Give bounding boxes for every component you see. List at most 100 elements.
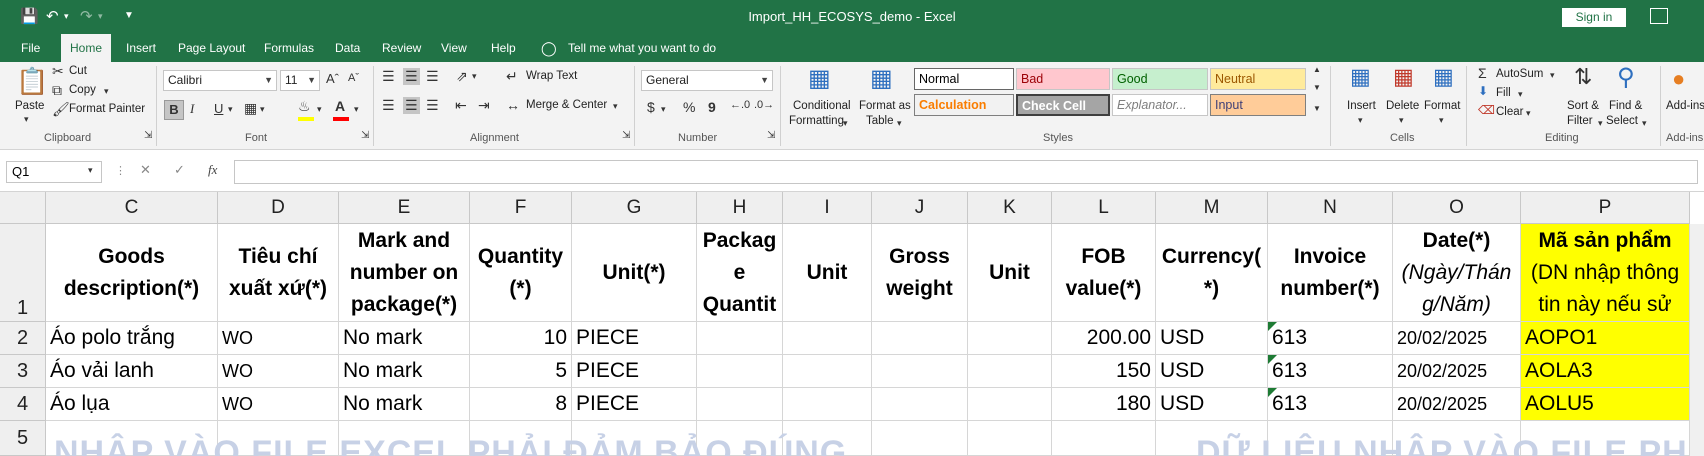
header-cell-j[interactable]: Gross weight	[872, 224, 968, 322]
cell-j2[interactable]	[872, 322, 968, 355]
align-bottom-icon[interactable]: ☰	[426, 68, 439, 85]
column-header-h[interactable]: H	[697, 192, 783, 224]
tab-home[interactable]: Home	[61, 34, 112, 62]
underline-button[interactable]: U	[214, 101, 223, 116]
column-header-l[interactable]: L	[1052, 192, 1156, 224]
cell-c3[interactable]: Áo vải lanh	[46, 355, 218, 388]
header-cell-m[interactable]: Currency(*)	[1156, 224, 1268, 322]
decrease-font-icon[interactable]: Aˇ	[348, 72, 359, 84]
copy-icon[interactable]: ⧉	[52, 82, 62, 99]
format-painter-button[interactable]: Format Painter	[69, 103, 145, 115]
currency-button[interactable]: $	[647, 99, 655, 115]
merge-center-button[interactable]: Merge & Center	[526, 99, 607, 111]
column-header-m[interactable]: M	[1156, 192, 1268, 224]
cell-p3[interactable]: AOLA3	[1521, 355, 1690, 388]
ribbon-display-options-icon[interactable]	[1650, 8, 1668, 24]
vertical-scrollbar[interactable]	[1690, 224, 1704, 456]
tab-file[interactable]: File	[12, 34, 49, 62]
cell-c4[interactable]: Áo lụa	[46, 388, 218, 421]
cell-n4[interactable]: 613	[1268, 388, 1393, 421]
currency-dropdown-icon[interactable]: ▾	[661, 104, 666, 115]
cell-h3[interactable]	[697, 355, 783, 388]
clear-icon[interactable]: ⌫	[1478, 103, 1495, 117]
fill-icon[interactable]: ⬇	[1478, 84, 1488, 98]
autosum-button[interactable]: AutoSum	[1496, 68, 1543, 80]
cell-l3[interactable]: 150	[1052, 355, 1156, 388]
autosum-icon[interactable]: Σ	[1478, 65, 1487, 81]
cut-icon[interactable]: ✂	[52, 63, 64, 80]
fill-button[interactable]: Fill	[1496, 87, 1511, 99]
merge-center-icon[interactable]: ↔	[506, 97, 520, 113]
cell-m2[interactable]: USD	[1156, 322, 1268, 355]
row-header-2[interactable]: 2	[0, 322, 46, 355]
number-launcher-icon[interactable]: ⇲	[767, 130, 775, 141]
clear-button[interactable]: Clear	[1496, 106, 1523, 118]
cell-e2[interactable]: No mark	[339, 322, 470, 355]
sign-in-button[interactable]: Sign in	[1562, 8, 1626, 27]
insert-function-icon[interactable]: fx	[208, 162, 217, 178]
merge-dropdown-icon[interactable]: ▾	[613, 101, 618, 112]
clipboard-launcher-icon[interactable]: ⇲	[144, 130, 152, 141]
format-as-table-icon[interactable]: ▦	[870, 64, 893, 93]
cell-style-neutral[interactable]: Neutral	[1210, 68, 1306, 90]
column-header-c[interactable]: C	[46, 192, 218, 224]
gallery-down-icon[interactable]: ▼	[1313, 83, 1321, 92]
copy-button[interactable]: Copy	[69, 84, 96, 96]
wrap-text-button[interactable]: Wrap Text	[526, 70, 577, 82]
cut-button[interactable]: Cut	[69, 65, 87, 77]
find-select-button[interactable]: Find &	[1609, 100, 1642, 112]
cell-g3[interactable]: PIECE	[572, 355, 697, 388]
cell-e4[interactable]: No mark	[339, 388, 470, 421]
cell-j3[interactable]	[872, 355, 968, 388]
row-header-1[interactable]: 1	[0, 224, 46, 322]
delete-cells-icon[interactable]: ▦	[1393, 64, 1414, 90]
font-family-select[interactable]: Calibri ▼	[163, 70, 277, 91]
align-right-icon[interactable]: ☰	[426, 97, 439, 114]
cell-style-check-cell[interactable]: Check Cell	[1016, 94, 1110, 116]
orientation-icon[interactable]: ⇗	[456, 68, 468, 85]
cell-k2[interactable]	[968, 322, 1052, 355]
tab-page-layout[interactable]: Page Layout	[169, 34, 254, 62]
error-indicator-icon[interactable]	[1268, 322, 1277, 331]
borders-dropdown-icon[interactable]: ▾	[260, 104, 265, 115]
header-cell-n[interactable]: Invoice number(*)	[1268, 224, 1393, 322]
tab-help[interactable]: Help	[482, 34, 525, 62]
fill-color-icon[interactable]: ♨	[298, 98, 311, 115]
cell-d4[interactable]: WO	[218, 388, 339, 421]
paste-button[interactable]: Paste	[15, 100, 44, 112]
fill-color-dropdown-icon[interactable]: ▾	[317, 104, 322, 115]
font-color-dropdown-icon[interactable]: ▾	[354, 104, 359, 115]
borders-icon[interactable]: ▦	[244, 100, 257, 117]
sort-filter-button[interactable]: Sort &	[1567, 100, 1599, 112]
cell-n2[interactable]: 613	[1268, 322, 1393, 355]
add-ins-button[interactable]: Add-ins	[1666, 100, 1704, 112]
align-left-icon[interactable]: ☰	[382, 97, 395, 114]
cell-k3[interactable]	[968, 355, 1052, 388]
cell-e3[interactable]: No mark	[339, 355, 470, 388]
underline-dropdown-icon[interactable]: ▾	[228, 104, 233, 115]
cell-i3[interactable]	[783, 355, 872, 388]
cell-m4[interactable]: USD	[1156, 388, 1268, 421]
comma-button[interactable]: 9	[708, 99, 716, 115]
cell-style-good[interactable]: Good	[1112, 68, 1208, 90]
header-cell-k[interactable]: Unit	[968, 224, 1052, 322]
insert-cells-icon[interactable]: ▦	[1350, 64, 1371, 90]
column-header-i[interactable]: I	[783, 192, 872, 224]
column-header-f[interactable]: F	[470, 192, 572, 224]
tab-data[interactable]: Data	[326, 34, 369, 62]
cell-k5[interactable]	[968, 421, 1052, 456]
cell-o4[interactable]: 20/02/2025	[1393, 388, 1521, 421]
format-painter-icon[interactable]: 🖌	[52, 101, 70, 118]
cell-n3[interactable]: 613	[1268, 355, 1393, 388]
cell-style-normal[interactable]: Normal	[914, 68, 1014, 90]
number-format-select[interactable]: General ▼	[641, 70, 773, 91]
add-ins-icon[interactable]: ●	[1672, 66, 1685, 92]
column-header-n[interactable]: N	[1268, 192, 1393, 224]
align-center-icon[interactable]: ☰	[403, 97, 420, 114]
cell-o2[interactable]: 20/02/2025	[1393, 322, 1521, 355]
cell-f2[interactable]: 10	[470, 322, 572, 355]
decrease-decimal-icon[interactable]: .0→	[754, 99, 774, 111]
column-header-p[interactable]: P	[1521, 192, 1690, 224]
cell-m3[interactable]: USD	[1156, 355, 1268, 388]
percent-button[interactable]: %	[683, 99, 695, 115]
